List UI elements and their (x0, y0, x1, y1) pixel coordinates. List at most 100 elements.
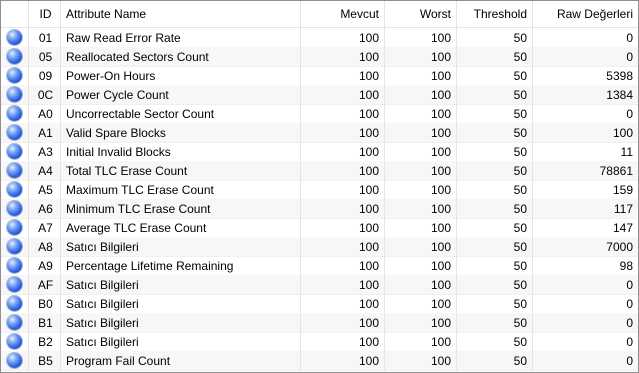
table-row[interactable]: A5 Maximum TLC Erase Count 100 100 50 159 (1, 180, 638, 200)
worst-value: 100 (385, 275, 457, 294)
table-row[interactable]: B2 Satıcı Bilgileri 100 100 50 0 (1, 332, 638, 352)
raw-value: 0 (626, 296, 633, 311)
raw-value: 0 (626, 315, 633, 330)
raw-value: 78861 (599, 163, 633, 178)
threshold-value: 50 (457, 275, 533, 294)
table-row[interactable]: 01 Raw Read Error Rate 100 100 50 0 (1, 28, 638, 48)
status-good-orb-icon (7, 163, 22, 178)
table-row[interactable]: 0C Power Cycle Count 100 100 50 1384 (1, 85, 638, 105)
threshold-value: 50 (457, 47, 533, 66)
worst-value: 100 (385, 66, 457, 85)
table-row[interactable]: A4 Total TLC Erase Count 100 100 50 78861 (1, 161, 638, 181)
worst-value: 100 (385, 142, 457, 161)
threshold-value: 50 (457, 199, 533, 218)
raw-value: 159 (612, 182, 633, 197)
attribute-id: B2 (29, 332, 61, 351)
threshold-value: 50 (457, 123, 533, 142)
table-row[interactable]: A9 Percentage Lifetime Remaining 100 100 50 9… (1, 256, 638, 276)
status-good-orb-icon (7, 182, 22, 197)
raw-value: 117 (613, 201, 633, 216)
table-row[interactable]: A6 Minimum TLC Erase Count 100 100 50 117 (1, 199, 638, 219)
worst-value: 100 (385, 28, 457, 47)
attribute-name: Power-On Hours (61, 66, 301, 85)
threshold-value: 50 (457, 104, 533, 123)
table-row[interactable]: A7 Average TLC Erase Count 100 100 50 147 (1, 218, 638, 238)
threshold-value: 50 (457, 142, 533, 161)
current-value: 100 (301, 256, 385, 275)
attribute-id: A7 (29, 218, 61, 237)
attribute-name: Raw Read Error Rate (61, 28, 301, 47)
table-row[interactable]: 09 Power-On Hours 100 100 50 5398 (1, 66, 638, 86)
status-cell (1, 199, 29, 218)
raw-value: 11 (620, 144, 633, 159)
attribute-name: Initial Invalid Blocks (61, 142, 301, 161)
attribute-id: A0 (29, 104, 61, 123)
attribute-id: A3 (29, 142, 61, 161)
header-current[interactable]: Mevcut (301, 1, 385, 27)
attribute-name: Program Fail Count (61, 351, 301, 370)
raw-value: 0 (626, 49, 633, 64)
current-value: 100 (301, 161, 385, 180)
status-good-orb-icon (7, 315, 22, 330)
table-row[interactable]: A0 Uncorrectable Sector Count 100 100 50 0 (1, 104, 638, 124)
threshold-value: 50 (457, 66, 533, 85)
worst-value: 100 (385, 123, 457, 142)
table-row[interactable]: B1 Satıcı Bilgileri 100 100 50 0 (1, 313, 638, 333)
current-value: 100 (301, 294, 385, 313)
status-cell (1, 237, 29, 256)
table-row[interactable]: 05 Reallocated Sectors Count 100 100 50 0 (1, 47, 638, 67)
worst-value: 100 (385, 104, 457, 123)
attribute-id: A5 (29, 180, 61, 199)
status-cell (1, 218, 29, 237)
header-attribute-name[interactable]: Attribute Name (61, 1, 301, 27)
table-row[interactable]: AF Satıcı Bilgileri 100 100 50 0 (1, 275, 638, 295)
threshold-value: 50 (457, 313, 533, 332)
attribute-id: B5 (29, 351, 61, 370)
current-value: 100 (301, 142, 385, 161)
status-good-orb-icon (7, 49, 22, 64)
table-row[interactable]: A3 Initial Invalid Blocks 100 100 50 11 (1, 142, 638, 162)
raw-value: 0 (626, 277, 633, 292)
smart-attributes-table[interactable]: ID Attribute Name Mevcut Worst Threshold… (0, 0, 639, 373)
attribute-name: Power Cycle Count (61, 85, 301, 104)
current-value: 100 (301, 218, 385, 237)
header-threshold[interactable]: Threshold (457, 1, 533, 27)
worst-value: 100 (385, 180, 457, 199)
raw-value: 0 (626, 30, 633, 45)
header-raw-values[interactable]: Raw Değerleri (533, 1, 638, 27)
current-value: 100 (301, 351, 385, 370)
status-cell (1, 66, 29, 85)
threshold-value: 50 (457, 28, 533, 47)
current-value: 100 (301, 104, 385, 123)
attribute-name: Total TLC Erase Count (61, 161, 301, 180)
header-id[interactable]: ID (29, 1, 61, 27)
worst-value: 100 (385, 218, 457, 237)
threshold-value: 50 (457, 161, 533, 180)
table-row[interactable]: A8 Satıcı Bilgileri 100 100 50 7000 (1, 237, 638, 257)
threshold-value: 50 (457, 237, 533, 256)
attribute-id: 01 (29, 28, 61, 47)
table-row[interactable]: B0 Satıcı Bilgileri 100 100 50 0 (1, 294, 638, 314)
table-row[interactable]: B5 Program Fail Count 100 100 50 0 (1, 351, 638, 371)
attribute-name: Valid Spare Blocks (61, 123, 301, 142)
status-cell (1, 47, 29, 66)
header-worst[interactable]: Worst (385, 1, 457, 27)
status-cell (1, 161, 29, 180)
attribute-id: B0 (29, 294, 61, 313)
header-status-column[interactable] (1, 1, 29, 27)
threshold-value: 50 (457, 256, 533, 275)
raw-value: 100 (612, 125, 633, 140)
current-value: 100 (301, 313, 385, 332)
attribute-id: A4 (29, 161, 61, 180)
status-good-orb-icon (7, 125, 22, 140)
status-cell (1, 275, 29, 294)
threshold-value: 50 (457, 218, 533, 237)
status-good-orb-icon (7, 106, 22, 121)
attribute-id: 09 (29, 66, 61, 85)
threshold-value: 50 (457, 351, 533, 370)
status-good-orb-icon (7, 144, 22, 159)
attribute-name: Satıcı Bilgileri (61, 237, 301, 256)
current-value: 100 (301, 332, 385, 351)
table-row[interactable]: A1 Valid Spare Blocks 100 100 50 100 (1, 123, 638, 143)
status-good-orb-icon (7, 220, 22, 235)
